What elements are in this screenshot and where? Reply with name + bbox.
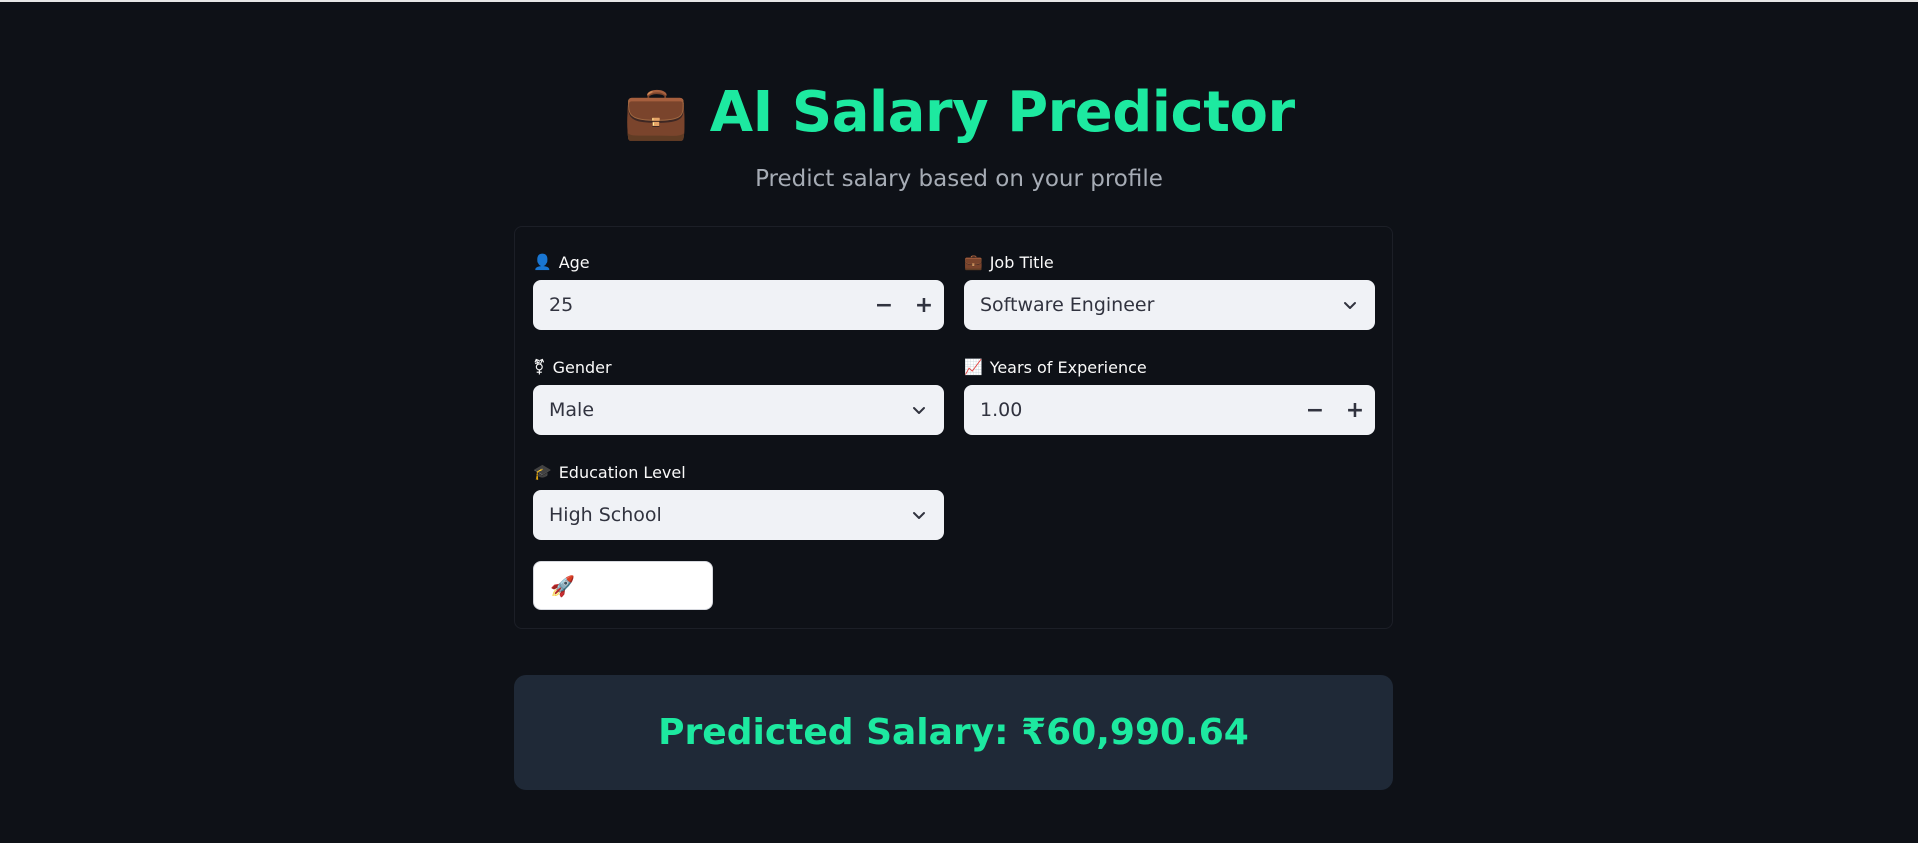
experience-value[interactable]: 1.00 xyxy=(980,399,1295,421)
job-title-label: 💼 Job Title xyxy=(964,252,1375,272)
education-field: 🎓 Education Level High School xyxy=(533,462,944,540)
predict-button[interactable]: 🚀 xyxy=(533,561,713,610)
page-subtitle: Predict salary based on your profile xyxy=(755,166,1163,192)
experience-label-text: Years of Experience xyxy=(989,357,1147,377)
graduation-cap-icon: 🎓 xyxy=(533,463,552,481)
page-header: 💼 AI Salary Predictor xyxy=(0,80,1918,145)
page-title: 💼 AI Salary Predictor xyxy=(623,80,1295,145)
age-input[interactable]: 25 − + xyxy=(533,280,944,330)
result-card: Predicted Salary: ₹60,990.64 xyxy=(514,675,1393,790)
chart-increasing-icon: 📈 xyxy=(964,358,983,376)
age-value[interactable]: 25 xyxy=(549,294,864,316)
gender-label-text: Gender xyxy=(552,357,612,377)
rocket-icon: 🚀 xyxy=(550,573,575,598)
job-title-label-text: Job Title xyxy=(989,252,1054,272)
experience-field: 📈 Years of Experience 1.00 − + xyxy=(964,357,1375,435)
job-title-value[interactable]: Software Engineer xyxy=(980,294,1325,316)
chevron-down-icon[interactable] xyxy=(894,490,944,540)
person-icon: 👤 xyxy=(533,253,552,271)
education-label-text: Education Level xyxy=(558,462,686,482)
briefcase-icon: 💼 xyxy=(623,82,688,143)
age-increment-button[interactable]: + xyxy=(904,280,944,330)
gender-value[interactable]: Male xyxy=(549,399,894,421)
age-decrement-button[interactable]: − xyxy=(864,280,904,330)
job-title-select[interactable]: Software Engineer xyxy=(964,280,1375,330)
gender-icon: ⚧ xyxy=(533,358,546,376)
experience-decrement-button[interactable]: − xyxy=(1295,385,1335,435)
experience-input[interactable]: 1.00 − + xyxy=(964,385,1375,435)
age-field: 👤 Age 25 − + xyxy=(533,252,944,330)
gender-label: ⚧ Gender xyxy=(533,357,944,377)
chevron-down-icon[interactable] xyxy=(894,385,944,435)
predicted-salary: Predicted Salary: ₹60,990.64 xyxy=(658,712,1249,753)
chevron-down-icon[interactable] xyxy=(1325,280,1375,330)
age-label-text: Age xyxy=(558,252,590,272)
briefcase-icon: 💼 xyxy=(964,253,983,271)
education-select[interactable]: High School xyxy=(533,490,944,540)
education-value[interactable]: High School xyxy=(549,504,894,526)
top-border xyxy=(0,0,1918,2)
gender-select[interactable]: Male xyxy=(533,385,944,435)
experience-label: 📈 Years of Experience xyxy=(964,357,1375,377)
page-title-text: AI Salary Predictor xyxy=(709,80,1295,145)
job-title-field: 💼 Job Title Software Engineer xyxy=(964,252,1375,330)
education-label: 🎓 Education Level xyxy=(533,462,944,482)
gender-field: ⚧ Gender Male xyxy=(533,357,944,435)
experience-increment-button[interactable]: + xyxy=(1335,385,1375,435)
age-label: 👤 Age xyxy=(533,252,944,272)
